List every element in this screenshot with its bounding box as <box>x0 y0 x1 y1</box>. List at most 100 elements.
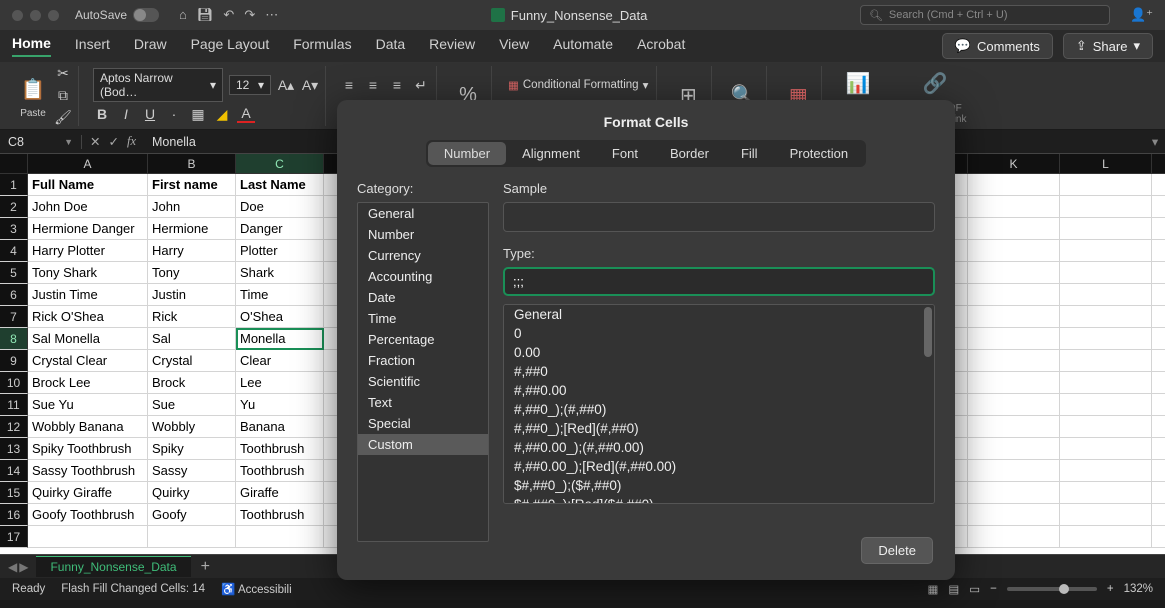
minimize-window-icon[interactable] <box>30 10 41 21</box>
next-sheet-icon[interactable]: ▶ <box>19 560 28 574</box>
conditional-formatting-button[interactable]: ▦Conditional Formatting▾ <box>506 77 650 93</box>
cell[interactable]: O'Shea <box>236 306 324 328</box>
category-item[interactable]: Number <box>358 224 488 245</box>
align-bottom-icon[interactable]: ≡ <box>388 76 406 94</box>
category-item[interactable]: Accounting <box>358 266 488 287</box>
category-item[interactable]: Currency <box>358 245 488 266</box>
category-item[interactable]: Scientific <box>358 371 488 392</box>
undo-icon[interactable]: ↶ <box>223 7 234 23</box>
coauthor-icon[interactable]: 👤⁺ <box>1130 7 1153 23</box>
type-list-item[interactable]: General <box>504 305 934 324</box>
align-middle-icon[interactable]: ≡ <box>364 76 382 94</box>
cell[interactable] <box>1152 284 1165 306</box>
type-list-item[interactable]: #,##0.00_);[Red](#,##0.00) <box>504 457 934 476</box>
cell[interactable]: John <box>148 196 236 218</box>
cell[interactable] <box>1152 218 1165 240</box>
cell[interactable]: Sassy Toothbrush <box>28 460 148 482</box>
cell[interactable] <box>1060 350 1152 372</box>
cell[interactable] <box>1152 350 1165 372</box>
cell[interactable] <box>968 328 1060 350</box>
cell[interactable] <box>968 196 1060 218</box>
cell[interactable] <box>1060 504 1152 526</box>
row-header[interactable]: 17 <box>0 526 28 548</box>
cell[interactable] <box>1152 438 1165 460</box>
cell[interactable]: Yu <box>236 394 324 416</box>
type-list-item[interactable]: 0.00 <box>504 343 934 362</box>
column-header[interactable]: L <box>1060 154 1152 174</box>
cell[interactable]: Hermione <box>148 218 236 240</box>
dialog-tab-number[interactable]: Number <box>428 142 506 165</box>
cell[interactable]: Danger <box>236 218 324 240</box>
italic-icon[interactable]: I <box>117 105 135 123</box>
cell[interactable] <box>968 218 1060 240</box>
scrollbar[interactable] <box>924 307 932 357</box>
home-icon[interactable]: ⌂ <box>179 7 187 23</box>
category-item[interactable]: Fraction <box>358 350 488 371</box>
cancel-icon[interactable]: ✕ <box>90 134 100 149</box>
cell[interactable]: Last Name <box>236 174 324 196</box>
row-header[interactable]: 9 <box>0 350 28 372</box>
row-header[interactable]: 8 <box>0 328 28 350</box>
cell[interactable]: Justin <box>148 284 236 306</box>
cell[interactable] <box>1060 196 1152 218</box>
cell[interactable]: Harry Plotter <box>28 240 148 262</box>
type-list[interactable]: General00.00#,##0#,##0.00#,##0_);(#,##0)… <box>503 304 935 504</box>
type-list-item[interactable]: #,##0.00_);(#,##0.00) <box>504 438 934 457</box>
enter-icon[interactable]: ✓ <box>108 134 118 149</box>
cell[interactable]: Rick <box>148 306 236 328</box>
cell[interactable]: Time <box>236 284 324 306</box>
category-item[interactable]: Time <box>358 308 488 329</box>
fx-icon[interactable]: fx <box>127 134 136 149</box>
redo-icon[interactable]: ↷ <box>244 7 255 23</box>
type-input[interactable] <box>503 267 935 296</box>
cell[interactable] <box>1060 416 1152 438</box>
decrease-font-icon[interactable]: A▾ <box>301 76 319 94</box>
cell[interactable]: Spiky Toothbrush <box>28 438 148 460</box>
underline-icon[interactable]: U <box>141 105 159 123</box>
cell[interactable] <box>1060 284 1152 306</box>
row-header[interactable]: 11 <box>0 394 28 416</box>
cell[interactable]: Wobbly <box>148 416 236 438</box>
font-color-icon[interactable]: A <box>237 105 255 123</box>
font-name-select[interactable]: Aptos Narrow (Bod…▾ <box>93 68 223 102</box>
cell[interactable]: Rick O'Shea <box>28 306 148 328</box>
row-header[interactable]: 2 <box>0 196 28 218</box>
row-header[interactable]: 15 <box>0 482 28 504</box>
tab-page-layout[interactable]: Page Layout <box>191 36 270 56</box>
font-size-select[interactable]: 12▾ <box>229 75 271 95</box>
category-item[interactable]: General <box>358 203 488 224</box>
cell[interactable]: Crystal <box>148 350 236 372</box>
borders-icon[interactable]: ▦ <box>189 105 207 123</box>
cell[interactable] <box>968 526 1060 548</box>
cell[interactable] <box>1060 438 1152 460</box>
accessibility-button[interactable]: ♿ Accessibili <box>221 582 292 596</box>
cell[interactable]: Hermione Danger <box>28 218 148 240</box>
category-item[interactable]: Text <box>358 392 488 413</box>
search-input[interactable]: 🔍︎ Search (Cmd + Ctrl + U) <box>860 5 1110 25</box>
cell[interactable]: Quirky <box>148 482 236 504</box>
cell[interactable] <box>28 526 148 548</box>
row-header[interactable]: 10 <box>0 372 28 394</box>
cell[interactable] <box>1060 460 1152 482</box>
autosave-toggle[interactable]: AutoSave <box>75 8 159 22</box>
column-header[interactable]: B <box>148 154 236 174</box>
cell[interactable]: Goofy <box>148 504 236 526</box>
row-header[interactable]: 3 <box>0 218 28 240</box>
increase-font-icon[interactable]: A▴ <box>277 76 295 94</box>
view-normal-icon[interactable]: ▦ <box>928 582 939 596</box>
type-list-item[interactable]: 0 <box>504 324 934 343</box>
dialog-tab-alignment[interactable]: Alignment <box>506 142 596 165</box>
row-header[interactable]: 4 <box>0 240 28 262</box>
cell[interactable] <box>1152 240 1165 262</box>
type-list-item[interactable]: #,##0_);(#,##0) <box>504 400 934 419</box>
cell[interactable] <box>1152 174 1165 196</box>
cell[interactable] <box>1060 262 1152 284</box>
cell[interactable]: Brock <box>148 372 236 394</box>
tab-view[interactable]: View <box>499 36 529 56</box>
cell[interactable] <box>1152 526 1165 548</box>
row-header[interactable]: 1 <box>0 174 28 196</box>
cell[interactable]: Quirky Giraffe <box>28 482 148 504</box>
cell[interactable]: John Doe <box>28 196 148 218</box>
cell[interactable] <box>1152 460 1165 482</box>
cell[interactable]: Sue Yu <box>28 394 148 416</box>
